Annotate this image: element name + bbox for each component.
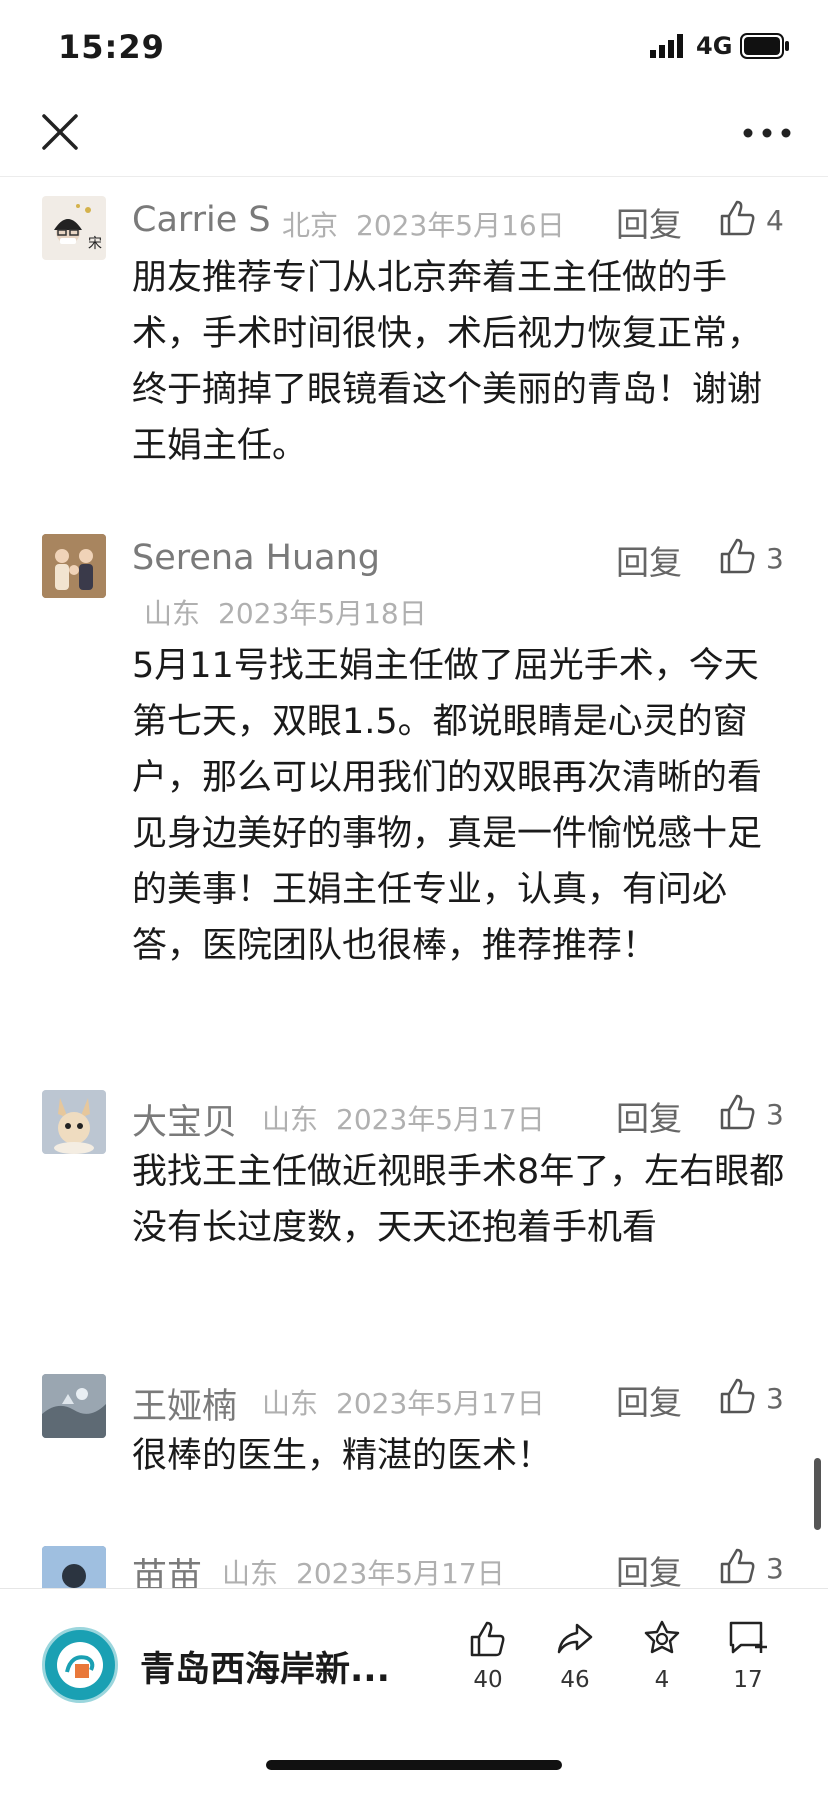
thumbs-up-icon[interactable]	[718, 536, 758, 576]
like-count: 4	[766, 204, 784, 237]
share-action-button[interactable]: 46	[535, 1619, 615, 1693]
comment-text: 很棒的医生，精湛的医术！	[132, 1436, 553, 1476]
account-name[interactable]: 青岛西海岸新...	[140, 1641, 390, 1692]
like-count: 3	[766, 1098, 784, 1131]
like-action-button[interactable]: 40	[448, 1619, 528, 1693]
like-count: 3	[766, 1382, 784, 1415]
user-name[interactable]: 王娅楠	[132, 1378, 237, 1429]
comment-text: 5月11号找王娟主任做了屈光手术，今天第七天，双眼1.5。都说眼睛是心灵的窗户，…	[132, 646, 763, 966]
thumbs-up-icon[interactable]	[718, 1376, 758, 1416]
comment-location: 山东	[222, 1557, 279, 1588]
comment-total: 17	[733, 1667, 763, 1693]
more-icon[interactable]	[740, 118, 794, 148]
comment-action-button[interactable]: 17	[708, 1619, 788, 1693]
close-icon[interactable]	[38, 110, 84, 156]
thumbs-up-icon[interactable]	[718, 198, 758, 238]
account-logo-icon[interactable]	[42, 1627, 118, 1703]
comment-date: 2023年5月17日	[296, 1557, 505, 1588]
user-name[interactable]: Carrie S	[132, 200, 271, 240]
thumbs-up-icon	[470, 1621, 505, 1657]
avatar[interactable]: 宋	[42, 196, 106, 260]
status-time: 15:29	[58, 28, 165, 66]
scrollbar-thumb[interactable]	[814, 1458, 821, 1530]
svg-text:宋: 宋	[88, 236, 102, 252]
reply-button[interactable]: 回复	[616, 1092, 682, 1140]
user-name[interactable]: 苗苗	[132, 1548, 202, 1588]
reply-button[interactable]: 回复	[616, 1376, 682, 1424]
star-icon	[644, 1620, 680, 1654]
status-bar: 15:29 4G	[0, 0, 828, 100]
comment-item: 苗苗 山东 2023年5月17日 回复 3	[0, 1544, 828, 1588]
comment-location: 山东	[144, 597, 201, 630]
like-count: 3	[766, 542, 784, 575]
home-indicator[interactable]	[266, 1760, 562, 1770]
comment-text: 我找王主任做近视眼手术8年了，左右眼都没有长过度数，天天还抱着手机看	[132, 1152, 785, 1248]
favorite-total: 4	[654, 1667, 670, 1693]
share-total: 46	[560, 1667, 590, 1693]
nav-bar	[0, 100, 828, 177]
comment-location: 北京	[282, 209, 339, 242]
favorite-action-button[interactable]: 4	[622, 1619, 702, 1693]
thumbs-up-icon[interactable]	[718, 1092, 758, 1132]
avatar[interactable]	[42, 1090, 106, 1154]
comment-text: 朋友推荐专门从北京奔着王主任做的手术，手术时间很快，术后视力恢复正常，终于摘掉了…	[132, 258, 763, 466]
battery-icon	[740, 33, 789, 59]
comment-location: 山东	[262, 1103, 319, 1136]
avatar[interactable]	[42, 1374, 106, 1438]
comment-add-icon	[729, 1621, 767, 1654]
user-name[interactable]: Serena Huang	[132, 538, 380, 578]
network-label: 4G	[696, 32, 733, 60]
reply-button[interactable]: 回复	[616, 198, 682, 246]
reply-button[interactable]: 回复	[616, 1546, 682, 1588]
comment-date: 2023年5月16日	[356, 209, 565, 242]
comment-date: 2023年5月17日	[336, 1103, 545, 1136]
comment-date: 2023年5月17日	[336, 1387, 545, 1420]
comment-location: 山东	[262, 1387, 319, 1420]
user-name[interactable]: 大宝贝	[132, 1094, 237, 1145]
comment-date: 2023年5月18日	[218, 597, 427, 630]
thumbs-up-icon[interactable]	[718, 1546, 758, 1586]
reply-button[interactable]: 回复	[616, 536, 682, 584]
share-icon	[557, 1623, 593, 1654]
like-total: 40	[473, 1667, 503, 1693]
like-count: 3	[766, 1552, 784, 1585]
avatar[interactable]	[42, 1546, 106, 1588]
avatar[interactable]	[42, 534, 106, 598]
signal-icon	[650, 34, 683, 58]
